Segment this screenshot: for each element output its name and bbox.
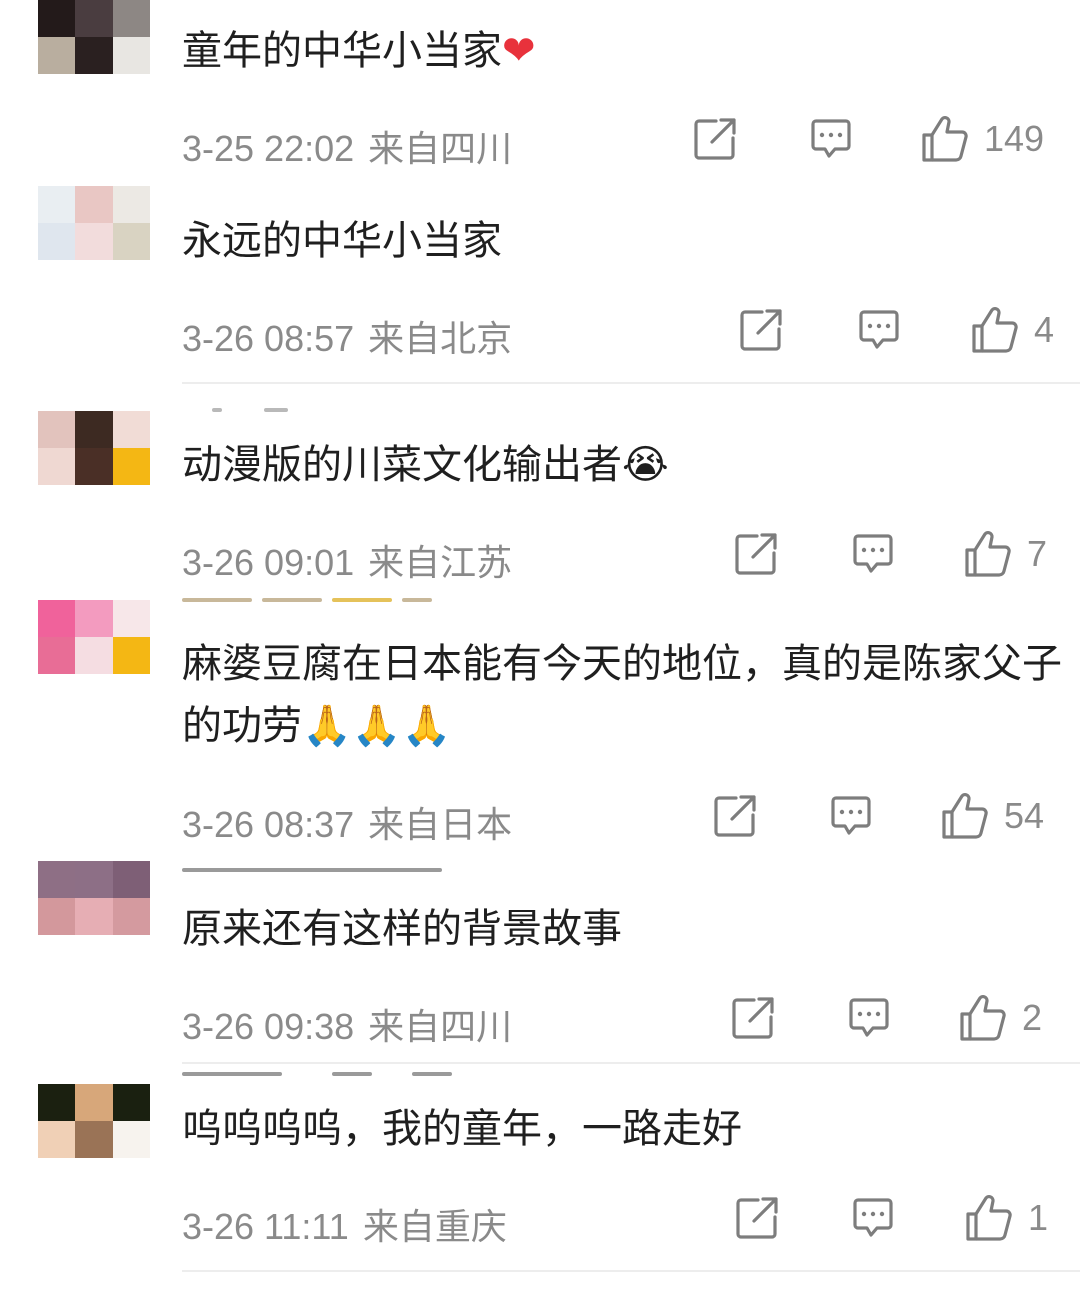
like-count: 4 [1034, 309, 1055, 350]
share-button[interactable] [730, 995, 776, 1041]
comment-location: 来自江苏 [368, 542, 513, 583]
like-count: 54 [1004, 795, 1045, 836]
avatar[interactable] [38, 1084, 150, 1158]
comment-icon [850, 1195, 896, 1241]
thumbs-up-icon [964, 1193, 1014, 1243]
thumbs-up-icon [940, 791, 990, 841]
comment-text: 原来还有这样的背景故事 [182, 906, 622, 952]
comment-button[interactable] [850, 1195, 896, 1241]
comment-time: 3-26 09:01 [182, 542, 355, 583]
comment-time: 3-26 09:38 [182, 1006, 355, 1047]
share-icon [730, 995, 776, 1041]
share-icon [734, 1195, 780, 1241]
comment-time: 3-25 22:02 [182, 128, 355, 169]
comment-button[interactable] [828, 793, 874, 839]
comment-button[interactable] [856, 307, 902, 353]
comment-location: 来自重庆 [362, 1206, 507, 1247]
comment-location: 来自日本 [368, 804, 513, 845]
share-icon [692, 116, 738, 162]
comment-meta: 3-26 09:01 来自江苏 [182, 534, 512, 586]
comment-text: 童年的中华小当家❤ [182, 28, 536, 74]
share-icon [733, 531, 779, 577]
heart-emoji: ❤ [502, 28, 536, 74]
comment-time: 3-26 08:57 [182, 318, 355, 359]
crying-emoji: 😭 [622, 442, 669, 488]
like-button[interactable]: 1 [964, 1193, 1048, 1243]
comment-text: 永远的中华小当家 [182, 218, 502, 264]
comment-location: 来自北京 [368, 318, 513, 359]
comment-icon [828, 793, 874, 839]
like-button[interactable]: 7 [963, 529, 1047, 579]
comment-meta: 3-26 08:37 来自日本 [182, 796, 512, 848]
username-cropped [182, 868, 482, 878]
comment-icon [808, 116, 854, 162]
comment-meta: 3-26 08:57 来自北京 [182, 310, 512, 362]
divider [182, 1062, 1080, 1064]
comment-icon [856, 307, 902, 353]
comment-icon [846, 995, 892, 1041]
comment-meta: 3-26 11:11 来自重庆 [182, 1198, 507, 1250]
comment-location: 来自四川 [368, 1006, 513, 1047]
comment-button[interactable] [808, 116, 854, 162]
thumbs-up-icon [920, 114, 970, 164]
comment-meta: 3-26 09:38 来自四川 [182, 998, 512, 1050]
comment-button[interactable] [850, 531, 896, 577]
comment-location: 来自四川 [368, 128, 513, 169]
thumbs-up-icon [958, 993, 1008, 1043]
comment-text: 呜呜呜呜，我的童年，一路走好 [182, 1106, 742, 1152]
divider [182, 1270, 1080, 1272]
avatar[interactable] [38, 186, 150, 260]
share-icon [738, 307, 784, 353]
username-cropped [182, 408, 482, 418]
comment-time: 3-26 08:37 [182, 804, 355, 845]
praying-hands-emoji: 🙏🙏🙏 [302, 703, 452, 749]
share-icon [712, 793, 758, 839]
comment-time: 3-26 11:11 [182, 1206, 349, 1247]
thumbs-up-icon [970, 305, 1020, 355]
comment-meta: 3-25 22:02 来自四川 [182, 120, 512, 172]
comment-text: 麻婆豆腐在日本能有今天的地位，真的是陈家父子的功劳🙏🙏🙏 [182, 641, 1062, 749]
like-count: 7 [1027, 533, 1048, 574]
like-count: 2 [1022, 997, 1043, 1038]
share-button[interactable] [733, 531, 779, 577]
divider [182, 382, 1080, 384]
avatar[interactable] [38, 411, 150, 485]
share-button[interactable] [712, 793, 758, 839]
username-cropped [182, 598, 482, 608]
username-cropped [182, 1072, 482, 1082]
share-button[interactable] [738, 307, 784, 353]
comment-button[interactable] [846, 995, 892, 1041]
like-button[interactable]: 149 [920, 114, 1044, 164]
like-button[interactable]: 2 [958, 993, 1042, 1043]
avatar[interactable] [38, 0, 150, 74]
comment-icon [850, 531, 896, 577]
share-button[interactable] [692, 116, 738, 162]
like-count: 1 [1028, 1197, 1049, 1238]
avatar[interactable] [38, 600, 150, 674]
share-button[interactable] [734, 1195, 780, 1241]
comment-text: 动漫版的川菜文化输出者😭 [182, 442, 669, 488]
avatar[interactable] [38, 861, 150, 935]
like-button[interactable]: 54 [940, 791, 1044, 841]
like-count: 149 [984, 118, 1045, 159]
thumbs-up-icon [963, 529, 1013, 579]
like-button[interactable]: 4 [970, 305, 1054, 355]
